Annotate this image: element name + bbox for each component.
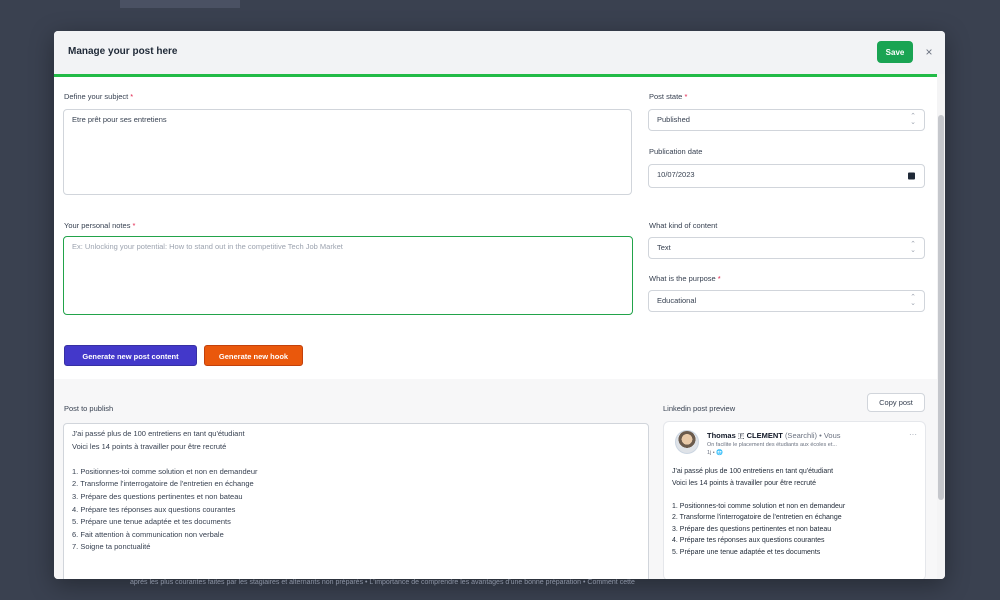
post-line: 4. Prépare tes réponses aux questions co…	[72, 504, 236, 514]
preview-line: 5. Prépare une tenue adaptée et tes docu…	[672, 548, 821, 556]
close-icon[interactable]: ×	[921, 43, 937, 61]
post-line: 2. Transforme l'interrogatoire de l'entr…	[72, 479, 254, 489]
preview-line: Voici les 14 points à travailler pour êt…	[672, 479, 816, 487]
preview-line: 1. Positionnes-toi comme solution et non…	[672, 502, 846, 510]
linkedin-preview-label: Linkedin post preview	[663, 404, 736, 413]
publication-date-label: Publication date	[649, 147, 703, 156]
post-state-label: Post state *	[649, 92, 688, 101]
save-button[interactable]: Save	[877, 41, 913, 63]
post-to-publish-label: Post to publish	[64, 404, 114, 413]
linkedin-preview-card: Thomas 🇫 CLEMENT (Searchli) • Vous On fa…	[663, 421, 926, 579]
notes-placeholder: Ex: Unlocking your potential: How to sta…	[72, 242, 343, 251]
generate-hook-button[interactable]: Generate new hook	[204, 345, 303, 366]
calendar-icon[interactable]	[908, 172, 915, 180]
select-chevrons-icon: ⌃ ⌄	[910, 113, 916, 126]
modal-scrollbar-thumb[interactable]	[938, 115, 944, 500]
content-kind-select[interactable]: Text ⌃ ⌄	[648, 237, 925, 259]
content-kind-value: Text	[657, 243, 671, 252]
post-line: 1. Positionnes-toi comme solution et non…	[72, 466, 258, 476]
subject-value: Etre prêt pour ses entretiens	[72, 115, 167, 124]
header-accent-bar	[54, 74, 937, 77]
preview-line: 3. Prépare des questions pertinentes et …	[672, 525, 832, 533]
purpose-select[interactable]: Educational ⌃ ⌄	[648, 290, 925, 312]
post-line: 6. Fait attention à communication non ve…	[72, 529, 224, 539]
author-tagline: On facilite le placement des étudiants a…	[707, 442, 837, 448]
modal-title: Manage your post here	[68, 46, 178, 57]
select-chevrons-icon: ⌃ ⌄	[910, 294, 916, 307]
post-line: 5. Prépare une tenue adaptée et tes docu…	[72, 517, 231, 527]
more-options-icon[interactable]: ···	[909, 430, 917, 439]
notes-label: Your personal notes *	[64, 221, 136, 230]
post-line	[72, 454, 640, 467]
background-tab-strip	[120, 0, 240, 8]
post-state-value: Published	[657, 115, 690, 124]
subject-field[interactable]: Etre prêt pour ses entretiens	[63, 109, 632, 195]
post-meta: 1j • 🌐	[707, 450, 724, 456]
select-chevrons-icon: ⌃ ⌄	[910, 241, 916, 254]
avatar	[675, 430, 699, 454]
modal-header: Manage your post here Save ×	[54, 31, 945, 74]
post-line: 3. Prépare des questions pertinentes et …	[72, 491, 243, 501]
post-line: J'ai passé plus de 100 entretiens en tan…	[72, 429, 245, 438]
content-kind-label: What kind of content	[649, 221, 718, 230]
preview-line: 2. Transforme l'interrogatoire de l'entr…	[672, 514, 842, 521]
preview-line: J'ai passé plus de 100 entretiens en tan…	[672, 468, 834, 475]
preview-body: J'ai passé plus de 100 entretiens en tan…	[672, 468, 922, 560]
notes-field[interactable]: Ex: Unlocking your potential: How to sta…	[63, 236, 633, 315]
author-line: Thomas 🇫 CLEMENT (Searchli) • Vous	[707, 431, 841, 440]
purpose-value: Educational	[657, 296, 697, 305]
manage-post-modal: Manage your post here Save × Define your…	[54, 31, 945, 579]
post-state-select[interactable]: Published ⌃ ⌄	[648, 109, 925, 131]
subject-label: Define your subject *	[64, 92, 134, 101]
post-line: 7. Soigne ta ponctualité	[72, 542, 151, 552]
preview-line: 4. Prépare tes réponses aux questions co…	[672, 537, 825, 544]
publication-date-input[interactable]: 10/07/2023	[648, 164, 925, 188]
preview-line	[672, 491, 922, 503]
publication-date-value: 10/07/2023	[657, 170, 695, 179]
post-textarea[interactable]: J'ai passé plus de 100 entretiens en tan…	[63, 423, 649, 579]
post-line: Voici les 14 points à travailler pour êt…	[72, 441, 227, 451]
background-footer-text: après les plus courantes faites par les …	[130, 579, 635, 586]
copy-post-button[interactable]: Copy post	[867, 393, 925, 412]
generate-post-content-button[interactable]: Generate new post content	[64, 345, 197, 366]
purpose-label: What is the purpose *	[649, 274, 721, 283]
